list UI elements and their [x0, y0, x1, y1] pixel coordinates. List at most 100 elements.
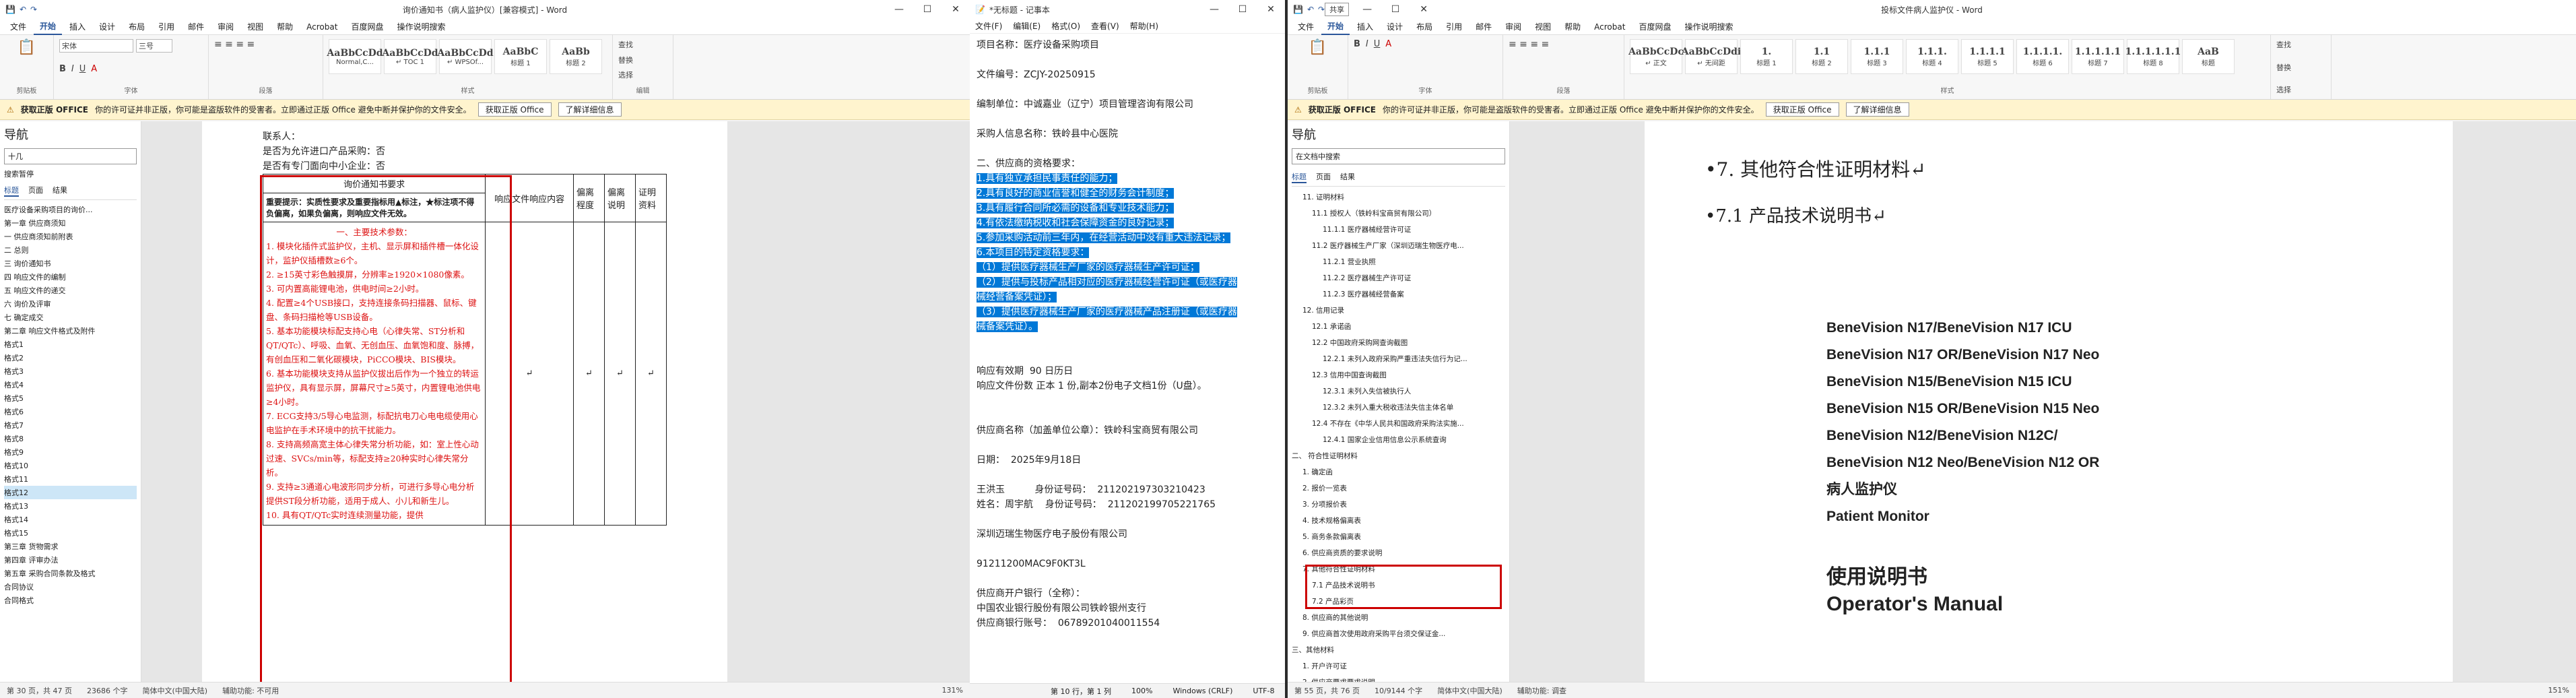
style-gallery-item[interactable]: AaBb 标题 2	[550, 39, 602, 74]
underline-button[interactable]: U	[79, 64, 86, 74]
paste-icon[interactable]: 📋	[5, 39, 48, 56]
get-office-button[interactable]: 获取正版 Office	[1765, 102, 1839, 117]
nav-item[interactable]: 1. 开户许可证	[1292, 658, 1505, 674]
document-page[interactable]: •7. 其他符合性证明材料↵ •7.1 产品技术说明书↵ BeneVision …	[1645, 121, 2453, 682]
nav-item[interactable]: 1. 确定函	[1292, 464, 1505, 480]
bold-button[interactable]: B	[1354, 39, 1360, 49]
tab-item[interactable]: 开始	[34, 18, 63, 35]
nav-tab[interactable]: 标题	[1292, 171, 1307, 183]
nav-item[interactable]: 第三章 货物需求	[4, 540, 137, 553]
redo-icon[interactable]: ↷	[30, 5, 37, 14]
nav-tab[interactable]: 结果	[1340, 171, 1355, 183]
nav-item[interactable]: 格式12	[4, 486, 137, 499]
accessibility[interactable]: 辅助功能: 不可用	[222, 685, 279, 696]
align-icons[interactable]: ≡ ≡ ≡ ≡	[214, 39, 317, 50]
nav-item[interactable]: 6. 供应商资质的要求说明	[1292, 545, 1505, 561]
accessibility[interactable]: 辅助功能: 调查	[1517, 685, 1566, 696]
language[interactable]: 简体中文(中国大陆)	[1437, 685, 1502, 696]
language[interactable]: 简体中文(中国大陆)	[142, 685, 207, 696]
tab-item[interactable]: 帮助	[1558, 19, 1587, 34]
quick-access-toolbar[interactable]: 💾 ↶ ↷	[0, 5, 37, 14]
style-gallery-item[interactable]: AaBbCcDdi ↵ 无间距	[1682, 39, 1741, 74]
nav-item[interactable]: 格式5	[4, 391, 137, 405]
nav-item[interactable]: 12.4 不存在《中华人民共和国政府采购法实施...	[1292, 416, 1505, 432]
tab-item[interactable]: 文件	[1292, 19, 1320, 34]
tab-item[interactable]: 文件	[4, 19, 32, 34]
font-size-select[interactable]: 三号	[136, 39, 172, 53]
quick-access-toolbar[interactable]: 💾 ↶ ↷	[1288, 5, 1325, 14]
undo-icon[interactable]: ↶	[1307, 5, 1314, 14]
menu-item[interactable]: 文件(F)	[975, 20, 1002, 32]
paste-icon[interactable]: 📋	[1293, 39, 1342, 56]
nav-item[interactable]: 合同格式	[4, 594, 137, 607]
tab-item[interactable]: 邮件	[1469, 19, 1498, 34]
notepad-text-area[interactable]: 项目名称：医疗设备采购项目 文件编号：ZCJY-20250915 编制单位：中诚…	[970, 34, 1285, 694]
style-gallery-item[interactable]: AaBbCcDd ↵ WPSOf...	[437, 39, 494, 74]
style-gallery-item[interactable]: AaB 标题	[2182, 39, 2235, 74]
nav-item[interactable]: 格式6	[4, 405, 137, 418]
tab-item[interactable]: 百度网盘	[345, 19, 389, 34]
maximize-button[interactable]: ☐	[1381, 4, 1410, 15]
word-count[interactable]: 23686 个字	[87, 685, 128, 696]
nav-item[interactable]: 12.4.1 国家企业信用信息公示系统查询	[1292, 432, 1505, 448]
nav-item[interactable]: 七 确定成交	[4, 311, 137, 324]
learn-more-button[interactable]: 了解详细信息	[558, 102, 622, 117]
style-gallery-item[interactable]: 1.1.1.1.1.1 标题 8	[2125, 39, 2181, 74]
nav-item[interactable]: 二、 符合性证明材料	[1292, 448, 1505, 464]
nav-item[interactable]: 11. 证明材料	[1292, 189, 1505, 205]
menu-item[interactable]: 编辑(E)	[1013, 20, 1041, 32]
learn-more-button[interactable]: 了解详细信息	[1845, 102, 1909, 117]
page-count[interactable]: 第 55 页，共 76 页	[1294, 685, 1360, 696]
nav-item[interactable]: 格式13	[4, 499, 137, 513]
style-gallery-item[interactable]: AaBbCcDd ↵ TOC 1	[382, 39, 438, 74]
nav-item[interactable]: 合同协议	[4, 580, 137, 594]
style-gallery-item[interactable]: 1.1.1 标题 3	[1851, 39, 1903, 74]
tab-item[interactable]: 开始	[1321, 18, 1350, 35]
nav-search-input[interactable]: 在文档中搜索	[1292, 148, 1505, 164]
nav-item[interactable]: 格式11	[4, 472, 137, 486]
align-icons[interactable]: ≡ ≡ ≡ ≡	[1509, 39, 1618, 50]
nav-item[interactable]: 12.2.1 未列入政府采购严重违法失信行为记...	[1292, 351, 1505, 367]
nav-item[interactable]: 12.1 承诺函	[1292, 319, 1505, 335]
tab-item[interactable]: 视图	[1529, 19, 1557, 34]
nav-item[interactable]: 8. 供应商的其他说明	[1292, 610, 1505, 626]
tab-item[interactable]: 设计	[93, 19, 121, 34]
menu-item[interactable]: 帮助(H)	[1130, 20, 1158, 32]
select-button[interactable]: 选择	[618, 69, 667, 80]
nav-item[interactable]: 格式14	[4, 513, 137, 526]
find-button[interactable]: 查找	[2276, 39, 2325, 50]
replace-button[interactable]: 替换	[618, 55, 667, 65]
nav-item[interactable]: 11.2.3 医疗器械经营备案	[1292, 286, 1505, 303]
nav-tab[interactable]: 页面	[1316, 171, 1331, 183]
nav-item[interactable]: 5. 商务条款偏离表	[1292, 529, 1505, 545]
nav-item[interactable]: 第四章 评审办法	[4, 553, 137, 567]
nav-item[interactable]: 格式9	[4, 445, 137, 459]
nav-item[interactable]: 一 供应商须知前附表	[4, 230, 137, 243]
nav-item[interactable]: 二 总则	[4, 243, 137, 257]
nav-item[interactable]: 11.2.1 营业执照	[1292, 254, 1505, 270]
save-icon[interactable]: 💾	[1293, 5, 1303, 14]
nav-item[interactable]: 12.3.2 未列入重大税收违法失信主体名单	[1292, 400, 1505, 416]
tab-item[interactable]: 操作说明搜索	[391, 19, 451, 34]
close-button[interactable]: ✕	[942, 4, 970, 15]
nav-item[interactable]: 格式2	[4, 351, 137, 364]
tab-item[interactable]: 邮件	[182, 19, 210, 34]
redo-icon[interactable]: ↷	[1318, 5, 1325, 14]
deviation-note-cell[interactable]: ↵	[604, 222, 636, 526]
nav-item[interactable]: 三 询价通知书	[4, 257, 137, 270]
find-button[interactable]: 查找	[618, 39, 667, 50]
tab-item[interactable]: 引用	[152, 19, 180, 34]
zoom-level[interactable]: 151%	[2548, 686, 2576, 695]
nav-item[interactable]: 第五章 采购合同条款及格式	[4, 567, 137, 580]
style-gallery-item[interactable]: 1.1.1.1 标题 5	[1961, 39, 2014, 74]
get-office-button[interactable]: 获取正版 Office	[477, 102, 552, 117]
tab-item[interactable]: 审阅	[1499, 19, 1527, 34]
nav-item[interactable]: 五 响应文件的递交	[4, 284, 137, 297]
maximize-button[interactable]: ☐	[913, 4, 942, 15]
nav-tab[interactable]: 标题	[4, 185, 19, 197]
tab-item[interactable]: 操作说明搜索	[1678, 19, 1739, 34]
style-gallery-item[interactable]: 1.1.1. 标题 4	[1906, 39, 1958, 74]
minimize-button[interactable]: —	[1200, 4, 1228, 15]
nav-search-input[interactable]: 十几	[4, 148, 137, 164]
style-gallery-item[interactable]: 1.1.1.1.1 标题 7	[2072, 39, 2124, 74]
